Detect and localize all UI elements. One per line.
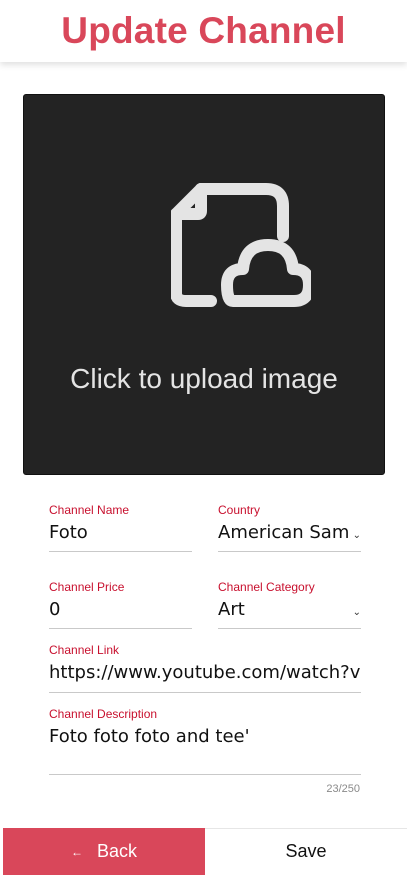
chevron-down-icon: ⌄: [352, 607, 361, 618]
channel-name-label: Channel Name: [49, 503, 130, 517]
channel-description-underline: [49, 774, 361, 775]
channel-category-value[interactable]: Art: [218, 599, 361, 620]
upload-prompt: Click to upload image: [70, 363, 338, 394]
channel-price-field[interactable]: Channel Price 0: [49, 580, 192, 630]
footer-actions: ← Back Save: [0, 827, 407, 875]
channel-description-field[interactable]: Channel Description Foto foto foto and t…: [49, 707, 361, 777]
back-button-label: Back: [96, 841, 138, 861]
channel-price-label: Channel Price: [49, 580, 125, 594]
image-upload-area[interactable]: Click to upload image: [23, 94, 385, 475]
channel-description-textarea[interactable]: Foto foto foto and tee': [49, 726, 361, 747]
channel-category-underline: [218, 628, 361, 629]
channel-link-input[interactable]: https://www.youtube.com/watch?v=d: [49, 662, 361, 683]
channel-name-underline: [49, 551, 192, 552]
save-button[interactable]: Save: [205, 828, 407, 874]
country-value[interactable]: American Samoa: [218, 522, 350, 543]
channel-link-field[interactable]: Channel Link https://www.youtube.com/wat…: [49, 643, 361, 693]
file-cloud-icon: [171, 183, 311, 307]
channel-link-underline: [49, 692, 361, 693]
channel-price-underline: [49, 628, 192, 629]
arrow-left-icon: ←: [70, 844, 83, 859]
channel-description-label: Channel Description: [49, 707, 158, 721]
back-button[interactable]: ← Back: [3, 828, 205, 875]
channel-link-label: Channel Link: [49, 643, 120, 657]
channel-category-select[interactable]: Channel Category Art ⌄: [218, 580, 361, 630]
country-underline: [218, 551, 361, 552]
save-button-label: Save: [285, 841, 327, 861]
channel-name-field[interactable]: Channel Name Foto: [49, 503, 192, 553]
country-select[interactable]: Country American Samoa ⌄: [218, 503, 361, 553]
header: Update Channel: [0, 0, 407, 62]
character-counter: 23/250: [326, 783, 360, 795]
channel-category-label: Channel Category: [218, 580, 315, 594]
channel-price-input[interactable]: 0: [49, 599, 192, 620]
country-label: Country: [218, 503, 261, 517]
page-title: Update Channel: [61, 10, 346, 51]
channel-name-input[interactable]: Foto: [49, 522, 192, 543]
chevron-down-icon: ⌄: [352, 530, 361, 541]
